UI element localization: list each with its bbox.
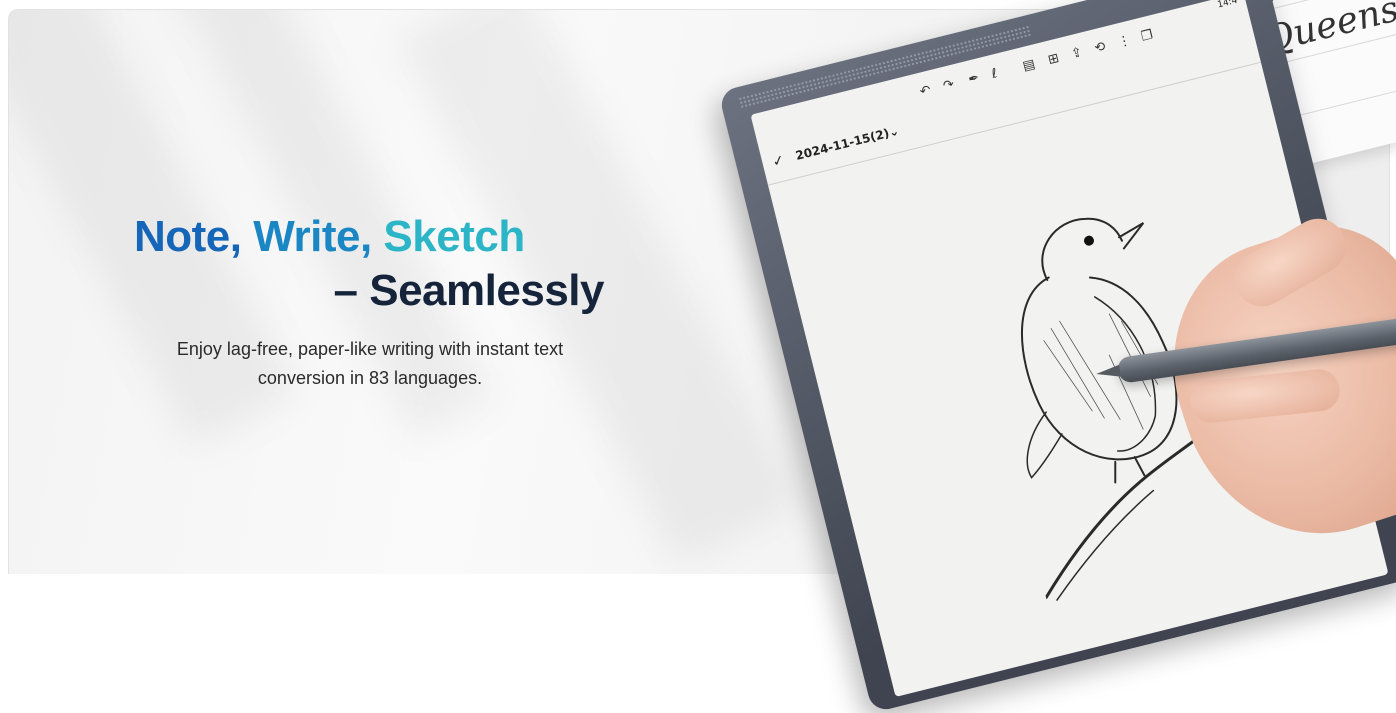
add-page-icon[interactable]: ⊞ — [1046, 51, 1060, 68]
pages-icon[interactable]: ❐ — [1140, 27, 1155, 44]
headline-line1: Note, Write, Sketch — [134, 212, 525, 261]
headline-sketch: Sketch — [383, 212, 525, 261]
brush-icon[interactable]: ℓ — [990, 66, 999, 82]
branch-stroke — [1056, 489, 1155, 601]
history-icon[interactable]: ⟲ — [1093, 39, 1107, 56]
check-icon[interactable]: ✓ — [771, 152, 786, 170]
clock: 14:4 — [1216, 0, 1239, 11]
ocr-icon[interactable]: ▤ — [1021, 57, 1037, 75]
undo-icon[interactable]: ↶ — [918, 83, 932, 100]
subtitle-line1: Enjoy lag-free, paper-like writing with … — [176, 339, 564, 359]
pen-icon[interactable]: ✒ — [967, 71, 981, 88]
bird-eye — [1083, 235, 1094, 246]
hero-subtitle: Enjoy lag-free, paper-like writing with … — [150, 335, 590, 393]
doc-title[interactable]: 2024-11-15(2)⌄ — [794, 124, 900, 163]
chevron-down-icon: ⌄ — [887, 123, 901, 140]
hero-headline: Note, Write, Sketch – Seamlessly — [134, 210, 605, 318]
redo-icon[interactable]: ↷ — [942, 77, 956, 94]
doc-title-text: 2024-11-15(2) — [794, 126, 891, 163]
bird-tail — [1026, 411, 1063, 479]
headline-write: Write, — [253, 212, 372, 261]
subtitle-line2: conversion in 83 languages. — [257, 368, 483, 388]
bird-beak-stroke — [1118, 222, 1145, 250]
more-icon[interactable]: ⋮ — [1116, 33, 1132, 51]
headline-seamlessly: – Seamlessly — [333, 266, 605, 315]
headline-note: Note, — [134, 212, 242, 261]
bird-head-stroke — [1041, 217, 1123, 281]
share-icon[interactable]: ⇪ — [1070, 45, 1084, 62]
